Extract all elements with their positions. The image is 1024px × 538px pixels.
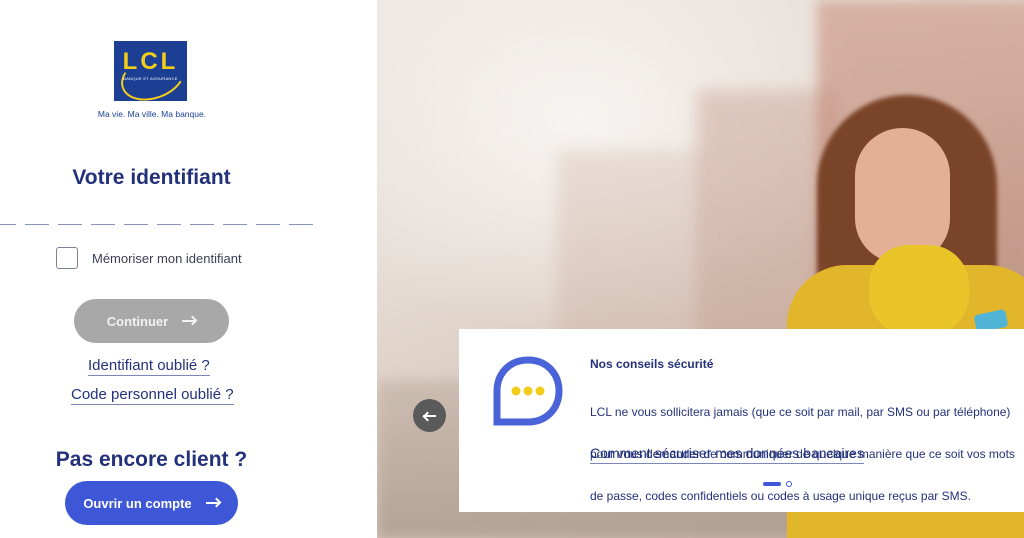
identifier-digit-1[interactable] [0, 224, 16, 225]
forgot-code-link[interactable]: Code personnel oublié ? [71, 386, 234, 405]
continue-label: Continuer [106, 313, 169, 329]
identifier-title: Votre identifiant [72, 166, 231, 189]
open-account-button[interactable]: Ouvrir un compte [65, 481, 238, 525]
hero-woman-scarf [869, 245, 969, 335]
identifier-digit-7[interactable] [190, 224, 214, 225]
carousel-prev-button[interactable] [413, 399, 446, 432]
identifier-digit-3[interactable] [58, 224, 82, 225]
continue-button[interactable]: Continuer [74, 299, 229, 343]
identifier-digit-10[interactable] [289, 224, 313, 225]
identifier-digit-8[interactable] [223, 224, 247, 225]
arrow-left-icon [424, 411, 436, 421]
not-client-title: Pas encore client ? [55, 448, 248, 471]
forgot-identifier-link[interactable]: Identifiant oublié ? [88, 357, 210, 376]
open-account-label: Ouvrir un compte [83, 495, 192, 511]
identifier-digit-2[interactable] [25, 224, 49, 225]
carousel-dot-active[interactable] [763, 482, 781, 486]
tagline: Ma vie. Ma ville. Ma banque. [97, 109, 207, 119]
card-text-line: de passe, codes confidentiels ou codes à… [590, 489, 971, 503]
card-text-line: LCL ne vous sollicitera jamais (que ce s… [590, 405, 1011, 419]
logo-text: LCL [122, 48, 179, 75]
identifier-input[interactable] [0, 224, 313, 225]
card-title: Nos conseils sécurité [590, 357, 714, 371]
identifier-digit-4[interactable] [91, 224, 115, 225]
identifier-digit-6[interactable] [157, 224, 181, 225]
logo-subtext: BANQUE ET ASSURANCE [123, 76, 178, 81]
hero-woman-face [855, 128, 950, 263]
identifier-digit-5[interactable] [124, 224, 148, 225]
carousel-indicators [763, 481, 792, 487]
remember-checkbox[interactable] [56, 247, 78, 269]
security-tips-card: Nos conseils sécurité LCL ne vous sollic… [459, 329, 1024, 512]
arrow-right-icon [182, 316, 196, 326]
arrow-right-icon [205, 498, 220, 508]
identifier-digit-9[interactable] [256, 224, 280, 225]
remember-identifier[interactable]: Mémoriser mon identifiant [56, 247, 242, 269]
lcl-logo[interactable]: LCL BANQUE ET ASSURANCE [114, 41, 187, 101]
remember-label[interactable]: Mémoriser mon identifiant [92, 251, 242, 266]
login-panel: LCL BANQUE ET ASSURANCE Ma vie. Ma ville… [0, 0, 377, 538]
chat-bubble-icon [493, 356, 563, 426]
hero-building [557, 150, 707, 350]
carousel-dot[interactable] [786, 481, 792, 487]
secure-data-link[interactable]: Comment sécuriser mes données bancaires [590, 445, 864, 464]
